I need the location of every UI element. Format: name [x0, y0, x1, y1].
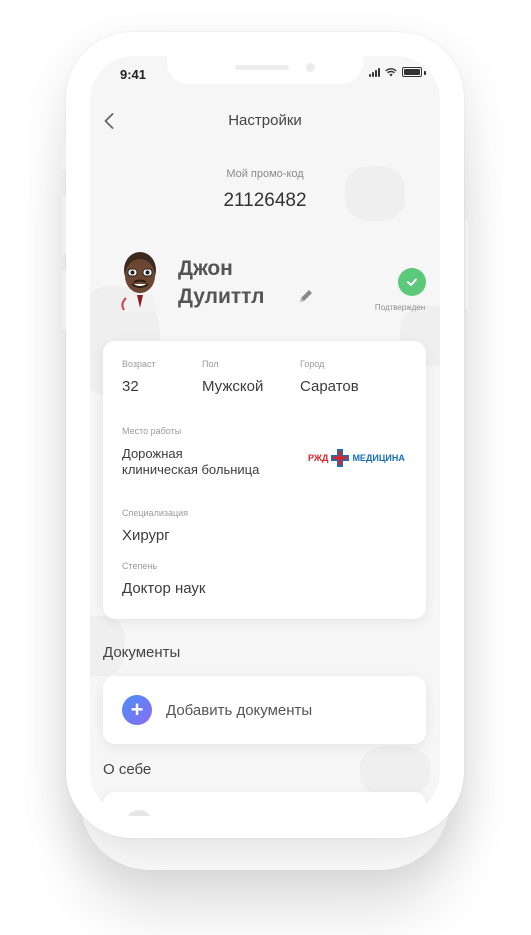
page-title: Настройки [228, 112, 302, 129]
documents-section-title: Документы [103, 644, 181, 661]
workplace-line-1: Дорожная [122, 446, 183, 461]
gender-label: Пол [202, 359, 219, 369]
specialization-label: Специализация [122, 508, 189, 518]
avatar[interactable] [114, 248, 166, 312]
battery-icon [402, 67, 422, 77]
edit-icon[interactable] [297, 287, 315, 305]
device-mute-switch [62, 140, 66, 170]
degree-value: Доктор наук [122, 580, 206, 597]
logo-text-right: МЕДИЦИНА [352, 453, 405, 463]
add-icon[interactable]: + [122, 695, 152, 725]
age-value: 32 [122, 378, 139, 395]
verified-label: Подтвержден [374, 303, 426, 312]
profile-info-card: Возраст 32 Пол Мужской Город Саратов Мес… [103, 341, 426, 619]
device-volume-down [62, 270, 66, 330]
app-screen: 9:41 Настройки Мой промо-код 21126482 Дж… [90, 56, 440, 816]
user-first-name: Джон [178, 257, 233, 280]
rzd-medicine-logo: РЖД МЕДИЦИНА [308, 448, 405, 468]
signal-icon [369, 68, 380, 77]
about-section-title: О себе [103, 761, 152, 778]
add-documents-label: Добавить документы [166, 702, 313, 719]
workplace-line-2: клиническая больница [122, 462, 260, 477]
age-label: Возраст [122, 359, 156, 369]
device-notch [167, 56, 363, 84]
add-documents-button[interactable]: + Добавить документы [103, 676, 426, 744]
battery-cap [424, 71, 426, 75]
user-name: Джон Дулиттл [178, 255, 298, 311]
workplace-label: Место работы [122, 426, 182, 436]
speaker-grill [235, 65, 289, 70]
gender-value: Мужской [202, 378, 264, 395]
device-power-button [465, 220, 469, 310]
wifi-icon [385, 68, 397, 77]
front-camera [306, 63, 315, 72]
specialization-value: Хирург [122, 527, 170, 544]
device-volume-up [62, 195, 66, 255]
logo-text-left: РЖД [308, 453, 329, 463]
about-card[interactable] [103, 792, 426, 816]
user-last-name: Дулиттл [178, 285, 265, 308]
about-avatar [125, 810, 153, 816]
status-time: 9:41 [120, 67, 147, 82]
city-value: Саратов [300, 378, 359, 395]
workplace-value: Дорожная клиническая больница [122, 446, 292, 478]
degree-label: Степень [122, 561, 158, 571]
promo-code-label: Мой промо-код [226, 168, 304, 180]
medical-cross-icon [331, 449, 350, 467]
city-label: Город [300, 359, 325, 369]
status-icons [369, 67, 426, 77]
bg-decoration [360, 746, 430, 796]
verified-check-icon [398, 268, 426, 296]
promo-code-value[interactable]: 21126482 [90, 190, 440, 212]
